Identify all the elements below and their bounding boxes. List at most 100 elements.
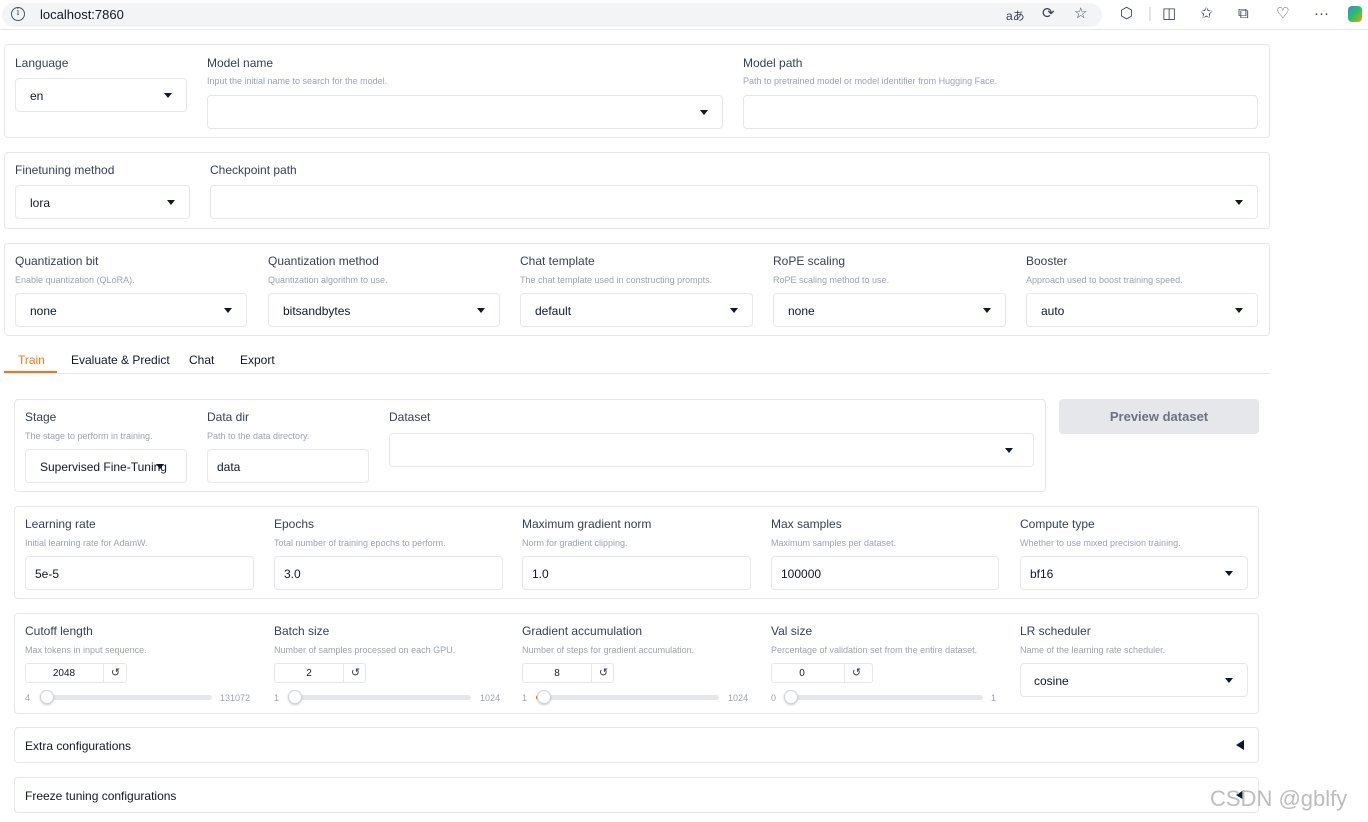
extra-configurations-accordion[interactable]: Extra configurations <box>14 727 1259 763</box>
learning-rate-info: Initial learning rate for AdamW. <box>25 538 148 548</box>
grad-accum-number[interactable]: 8 ↺ <box>522 663 614 683</box>
max-grad-norm-info: Norm for gradient clipping. <box>522 538 628 548</box>
quantization-bit-value: none <box>30 304 57 318</box>
checkpoint-path-dropdown[interactable] <box>210 185 1258 219</box>
language-label: Language <box>15 56 69 70</box>
browser-address-bar: i localhost:7860 aあ ⟳ ☆ ⬡ | ◫ ✩ ⧉ ♡ ··· <box>0 0 1368 30</box>
val-size-track[interactable] <box>784 695 983 700</box>
cutoff-length-max: 131072 <box>220 693 251 703</box>
grad-accum-track[interactable] <box>536 695 719 700</box>
freeze-tuning-title: Freeze tuning configurations <box>25 789 177 803</box>
cutoff-length-track[interactable] <box>40 695 212 700</box>
val-size-thumb[interactable] <box>784 690 798 704</box>
reset-icon[interactable]: ↺ <box>343 664 367 682</box>
stage-dropdown[interactable]: Supervised Fine-Tuning <box>25 449 187 483</box>
cutoff-length-thumb[interactable] <box>40 690 54 704</box>
epochs-info: Total number of training epochs to perfo… <box>274 538 446 548</box>
finetuning-method-label: Finetuning method <box>15 163 115 177</box>
booster-value: auto <box>1041 304 1065 318</box>
chevron-down-icon <box>156 464 164 469</box>
chevron-down-icon <box>1225 678 1233 683</box>
health-icon[interactable]: ♡ <box>1276 5 1289 23</box>
max-samples-label: Max samples <box>771 517 842 531</box>
cutoff-length-value: 2048 <box>52 668 76 679</box>
learning-rate-input[interactable]: 5e-5 <box>25 556 254 590</box>
quantization-method-info: Quantization algorithm to use. <box>268 275 388 285</box>
extra-configurations-title: Extra configurations <box>25 739 132 753</box>
read-aloud-icon[interactable]: aあ <box>1006 7 1025 25</box>
epochs-input[interactable]: 3.0 <box>274 556 503 590</box>
address-field[interactable] <box>2 3 1102 27</box>
reset-icon[interactable]: ↺ <box>591 664 615 682</box>
batch-size-label: Batch size <box>274 624 330 638</box>
chevron-down-icon <box>730 308 738 313</box>
lr-scheduler-info: Name of the learning rate scheduler. <box>1020 645 1166 655</box>
url-text[interactable]: localhost:7860 <box>40 7 124 22</box>
chevron-down-icon <box>164 93 172 98</box>
chevron-down-icon <box>983 308 991 313</box>
tab-evaluate-predict[interactable]: Evaluate & Predict <box>71 353 170 367</box>
quantization-bit-label: Quantization bit <box>15 254 99 268</box>
val-size-info: Percentage of validation set from the en… <box>771 645 978 655</box>
max-grad-norm-input[interactable]: 1.0 <box>522 556 751 590</box>
lr-scheduler-label: LR scheduler <box>1020 624 1091 638</box>
active-tab-indicator <box>4 371 57 373</box>
chat-template-label: Chat template <box>520 254 595 268</box>
quantization-method-label: Quantization method <box>268 254 379 268</box>
checkpoint-path-label: Checkpoint path <box>210 163 297 177</box>
lr-scheduler-dropdown[interactable]: cosine <box>1020 663 1248 697</box>
more-icon[interactable]: ··· <box>1314 5 1329 23</box>
cutoff-length-number[interactable]: 2048 ↺ <box>25 663 127 683</box>
batch-size-value: 2 <box>306 668 312 679</box>
collections-icon[interactable]: ⧉ <box>1238 5 1249 23</box>
grad-accum-value: 8 <box>554 668 560 679</box>
model-path-input[interactable] <box>743 95 1258 129</box>
compute-type-label: Compute type <box>1020 517 1095 531</box>
refresh-icon[interactable]: ⟳ <box>1042 5 1055 23</box>
compute-type-value: bf16 <box>1030 567 1054 581</box>
preview-dataset-button[interactable]: Preview dataset <box>1059 399 1259 434</box>
cutoff-length-min: 4 <box>25 693 31 703</box>
quantization-method-dropdown[interactable]: bitsandbytes <box>268 293 500 327</box>
val-size-number[interactable]: 0 ↺ <box>771 663 873 683</box>
tab-export[interactable]: Export <box>240 353 275 367</box>
language-dropdown[interactable]: en <box>15 78 187 112</box>
favorite-star-icon[interactable]: ☆ <box>1074 5 1087 23</box>
model-name-dropdown[interactable] <box>207 95 723 129</box>
grad-accum-min: 1 <box>522 693 528 703</box>
max-samples-input[interactable]: 100000 <box>771 556 999 590</box>
batch-size-thumb[interactable] <box>288 690 302 704</box>
tab-train[interactable]: Train <box>18 353 45 367</box>
booster-dropdown[interactable]: auto <box>1026 293 1258 327</box>
reset-icon[interactable]: ↺ <box>103 664 127 682</box>
batch-size-track[interactable] <box>288 695 471 700</box>
reset-icon[interactable]: ↺ <box>844 664 868 682</box>
booster-info: Approach used to boost training speed. <box>1026 275 1183 285</box>
chat-template-info: The chat template used in constructing p… <box>520 275 713 285</box>
data-dir-input[interactable]: data <box>207 449 369 483</box>
quantization-bit-dropdown[interactable]: none <box>15 293 247 327</box>
dataset-dropdown[interactable] <box>389 433 1034 467</box>
compute-type-info: Whether to use mixed precision training. <box>1020 538 1181 548</box>
favorites-icon[interactable]: ✩ <box>1200 5 1213 23</box>
cutoff-length-label: Cutoff length <box>25 624 93 638</box>
compute-type-dropdown[interactable]: bf16 <box>1020 556 1248 590</box>
freeze-tuning-accordion[interactable]: Freeze tuning configurations <box>14 777 1259 813</box>
finetuning-method-dropdown[interactable]: lora <box>15 185 190 219</box>
cutoff-length-info: Max tokens in input sequence. <box>25 645 147 655</box>
max-samples-value: 100000 <box>781 567 822 581</box>
val-size-min: 0 <box>771 693 777 703</box>
dataset-label: Dataset <box>389 410 431 424</box>
tab-divider <box>4 373 1270 374</box>
info-icon[interactable]: i <box>11 7 25 21</box>
chevron-down-icon <box>1235 200 1243 205</box>
rope-scaling-dropdown[interactable]: none <box>773 293 1006 327</box>
grad-accum-thumb[interactable] <box>537 690 551 704</box>
tab-chat[interactable]: Chat <box>189 353 214 367</box>
stage-value: Supervised Fine-Tuning <box>40 460 167 474</box>
copilot-icon[interactable] <box>1348 6 1362 22</box>
batch-size-number[interactable]: 2 ↺ <box>274 663 366 683</box>
extensions-icon[interactable]: ⬡ <box>1120 5 1133 23</box>
split-screen-icon[interactable]: ◫ <box>1162 5 1176 23</box>
chat-template-dropdown[interactable]: default <box>520 293 753 327</box>
